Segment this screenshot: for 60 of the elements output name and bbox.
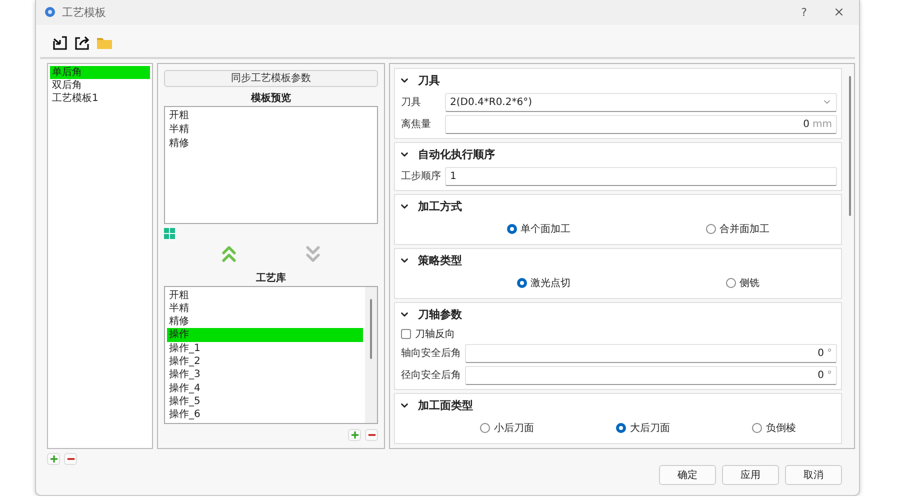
radio-option[interactable]: 侧铣 (726, 276, 760, 290)
section-header[interactable]: 刀具 (399, 70, 440, 90)
library-item[interactable]: 操作_4 (167, 382, 363, 395)
dialog-button[interactable]: 应用 (722, 465, 779, 485)
radio-option[interactable]: 小后刀面 (480, 420, 534, 435)
export-icon[interactable] (74, 34, 90, 51)
grid-icon[interactable] (164, 228, 175, 239)
scrollbar[interactable] (849, 76, 851, 216)
library-item[interactable]: 开粗 (167, 288, 363, 302)
tool-select[interactable]: 2(D0.4*R0.2*6°) (445, 92, 837, 112)
library-item[interactable]: 操作_2 (167, 355, 363, 368)
library-item[interactable]: 半精 (167, 302, 363, 316)
preview-item: 开粗 (168, 108, 190, 123)
library-item[interactable]: 操作_1 (167, 342, 363, 356)
field-label: 径向安全后角 (401, 368, 461, 382)
checkbox-option[interactable]: 刀轴反向 (399, 326, 837, 341)
library-item[interactable]: 操作_5 (167, 394, 363, 408)
number-field[interactable]: 0 ° (465, 366, 837, 385)
section-header[interactable]: 加工面类型 (399, 396, 473, 415)
sync-button[interactable]: 同步工艺模板参数 (164, 70, 378, 87)
add-button[interactable] (348, 428, 361, 441)
preview-item: 精修 (168, 136, 190, 151)
radio-option[interactable]: 单个面加工 (506, 222, 570, 236)
number-field[interactable]: 0 ° (465, 344, 837, 363)
preview-title: 模板预览 (250, 92, 292, 105)
radio-option[interactable]: 合并面加工 (706, 222, 770, 236)
plus-icon (350, 430, 360, 440)
dialog-button[interactable]: 确定 (659, 465, 716, 485)
app-icon (44, 6, 56, 18)
import-icon[interactable] (52, 34, 68, 51)
plus-icon (48, 454, 58, 464)
library-item[interactable]: 操作_6 (167, 408, 363, 422)
template-item[interactable]: 双后角 (50, 78, 150, 92)
input-field[interactable]: 1 (445, 166, 837, 186)
template-item[interactable]: 单后角 (50, 66, 150, 79)
dialog-button[interactable]: 取消 (785, 465, 842, 485)
field-label: 轴向安全后角 (401, 346, 461, 360)
add-button[interactable] (47, 453, 60, 465)
field-label: 离焦量 (401, 118, 432, 132)
section-header[interactable]: 刀轴参数 (399, 304, 462, 324)
help-button[interactable]: ? (787, 6, 821, 19)
radio-option[interactable]: 大后刀面 (616, 420, 670, 435)
preview-item: 半精 (168, 122, 190, 137)
remove-button[interactable] (365, 428, 378, 441)
template-item[interactable]: 工艺模板1 (50, 92, 150, 105)
library-item[interactable]: 精修 (167, 315, 363, 328)
library-item[interactable]: 操作_3 (167, 368, 363, 382)
remove-button[interactable] (64, 453, 77, 465)
window-title: 工艺模板 (62, 4, 107, 20)
radio-option[interactable]: 负倒棱 (752, 420, 796, 435)
scrollbar[interactable] (365, 286, 377, 423)
field-label: 工步顺序 (401, 170, 441, 184)
library-item[interactable]: 操作 (167, 328, 363, 342)
library-title: 工艺库 (255, 271, 287, 285)
section-header[interactable]: 策略类型 (399, 250, 462, 270)
section-header[interactable]: 加工方式 (399, 196, 462, 216)
number-field[interactable]: 0 mm (445, 114, 837, 134)
field-label: 刀具 (401, 96, 422, 110)
radio-option[interactable]: 激光点切 (516, 276, 570, 290)
section-header[interactable]: 自动化执行顺序 (399, 144, 495, 164)
